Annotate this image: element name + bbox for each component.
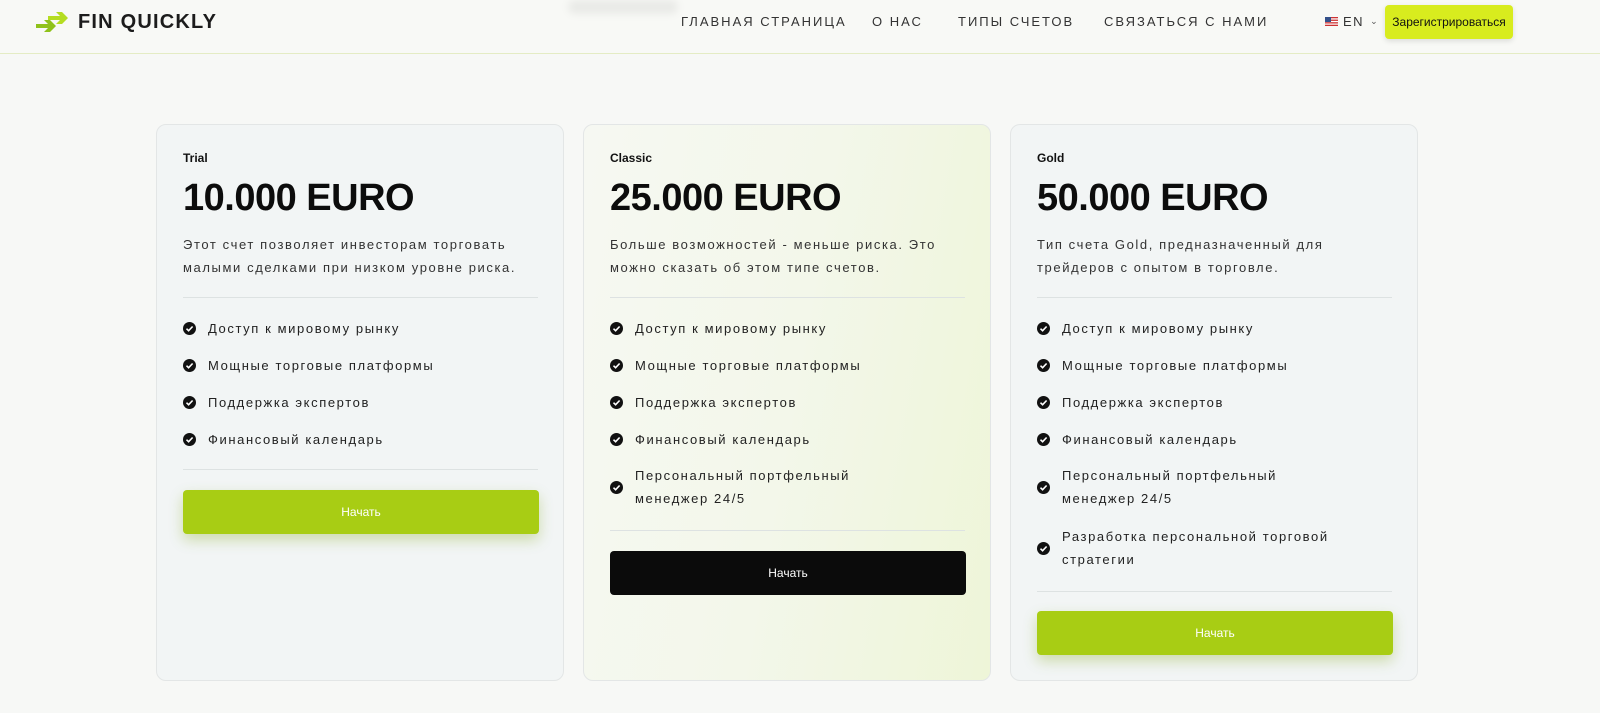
us-flag-icon <box>1325 17 1338 26</box>
feature-item: Поддержка экспертов <box>1037 391 1392 414</box>
plan-price: 10.000 EURO <box>183 177 415 219</box>
check-circle-icon <box>1037 396 1050 409</box>
check-circle-icon <box>1037 322 1050 335</box>
check-circle-icon <box>610 359 623 372</box>
plan-name: Trial <box>183 151 208 165</box>
chevron-down-icon: ⌄ <box>1370 16 1380 26</box>
check-circle-icon <box>1037 359 1050 372</box>
nav-home[interactable]: ГЛАВНАЯ СТРАНИЦА <box>681 14 847 29</box>
check-circle-icon <box>610 396 623 409</box>
start-button-classic[interactable]: Начать <box>610 551 966 595</box>
logo-text: FIN QUICKLY <box>78 10 218 33</box>
divider <box>1037 297 1392 298</box>
feature-item: Доступ к мировому рынку <box>610 317 965 340</box>
start-button-trial[interactable]: Начать <box>183 490 539 534</box>
feature-item: Персональный портфельный менеджер 24/5 <box>1037 464 1337 510</box>
language-label: EN <box>1343 14 1365 29</box>
feature-item: Поддержка экспертов <box>610 391 965 414</box>
plan-description: Тип счета Gold, предназначенный для трей… <box>1037 237 1324 275</box>
register-button[interactable]: Зарегистрироваться <box>1385 5 1513 39</box>
plan-description: Больше возможностей - меньше риска. Это … <box>610 237 936 275</box>
pricing-card-gold: Gold 50.000 EURO Тип счета Gold, предназ… <box>1010 124 1418 681</box>
check-circle-icon <box>183 359 196 372</box>
pricing-card-classic: Classic 25.000 EURO Больше возможностей … <box>583 124 991 681</box>
feature-item: Финансовый календарь <box>610 428 965 451</box>
pricing-card-trial: Trial 10.000 EURO Этот счет позволяет ин… <box>156 124 564 681</box>
plan-name: Classic <box>610 151 653 165</box>
check-circle-icon <box>183 433 196 446</box>
feature-item: Финансовый календарь <box>183 428 538 451</box>
language-selector[interactable]: EN ⌄ <box>1325 14 1379 29</box>
nav-account-types[interactable]: ТИПЫ СЧЕТОВ <box>958 14 1074 29</box>
feature-item: Финансовый календарь <box>1037 428 1392 451</box>
plan-description: Этот счет позволяет инвесторам торговать… <box>183 237 517 275</box>
site-header: FIN QUICKLY ГЛАВНАЯ СТРАНИЦА О НАС ТИПЫ … <box>0 0 1600 54</box>
start-button-gold[interactable]: Начать <box>1037 611 1393 655</box>
divider <box>183 297 538 298</box>
plan-name: Gold <box>1037 151 1065 165</box>
plan-price: 50.000 EURO <box>1037 177 1269 219</box>
feature-item: Мощные торговые платформы <box>610 354 965 377</box>
check-circle-icon <box>183 396 196 409</box>
check-circle-icon <box>610 433 623 446</box>
feature-item: Доступ к мировому рынку <box>183 317 538 340</box>
feature-item: Мощные торговые платформы <box>1037 354 1392 377</box>
feature-item: Поддержка экспертов <box>183 391 538 414</box>
divider <box>183 469 538 470</box>
nav-contact[interactable]: СВЯЗАТЬСЯ С НАМИ <box>1104 14 1268 29</box>
plan-price: 25.000 EURO <box>610 177 842 219</box>
check-circle-icon <box>1037 433 1050 446</box>
feature-item: Доступ к мировому рынку <box>1037 317 1392 340</box>
check-circle-icon <box>183 322 196 335</box>
blurred-element <box>568 0 678 14</box>
logo[interactable]: FIN QUICKLY <box>34 6 217 38</box>
check-circle-icon <box>1037 541 1050 555</box>
divider <box>610 297 965 298</box>
divider <box>610 530 965 531</box>
check-circle-icon <box>610 480 623 494</box>
feature-item: Разработка персональной торговой стратег… <box>1037 525 1337 571</box>
divider <box>1037 591 1392 592</box>
check-circle-icon <box>610 322 623 335</box>
feature-item: Персональный портфельный менеджер 24/5 <box>610 464 910 510</box>
logo-arrows-icon <box>36 12 68 32</box>
check-circle-icon <box>1037 480 1050 494</box>
nav-about[interactable]: О НАС <box>872 14 923 29</box>
feature-item: Мощные торговые платформы <box>183 354 538 377</box>
